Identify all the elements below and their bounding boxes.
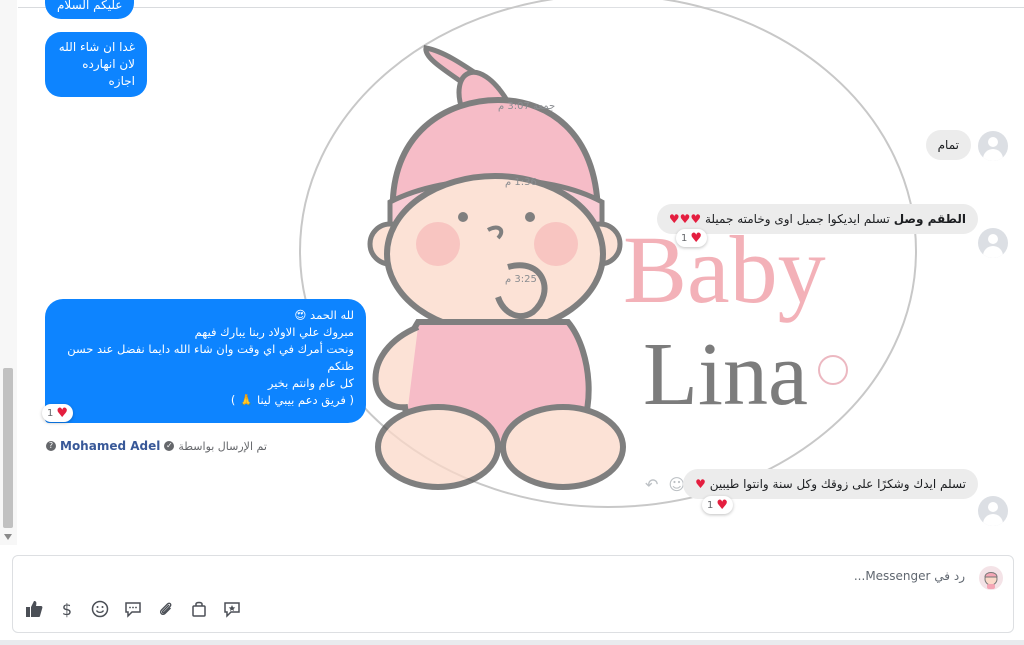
heart-emoji: ♥ bbox=[695, 477, 706, 491]
reaction-count: 1 bbox=[681, 232, 688, 244]
hearts-emoji: ♥♥♥ bbox=[668, 212, 702, 226]
scrollbar[interactable] bbox=[0, 0, 17, 545]
sent-by-info: ? Mohamed Adel ✓ تم الإرسال بواسطة bbox=[46, 439, 267, 453]
outgoing-message-partial[interactable]: عليكم السلام bbox=[45, 0, 135, 19]
timestamp: جمعة 3:07 م bbox=[498, 101, 556, 112]
message-line: ( فريق دعم بيبي لينا 🙏 ) bbox=[230, 393, 354, 407]
sender-name[interactable]: Mohamed Adel bbox=[60, 439, 160, 453]
scrollbar-thumb[interactable] bbox=[3, 368, 13, 528]
message-actions: ↶ ☺ bbox=[645, 475, 685, 494]
outgoing-message[interactable]: لله الحمد 😍 مبروك علي الاولاد ربنا يبارك… bbox=[45, 299, 366, 423]
bottom-border bbox=[0, 640, 1024, 645]
chat-bubble-icon[interactable] bbox=[122, 598, 144, 620]
reaction-count: 1 bbox=[47, 407, 54, 419]
message-line: مبروك علي الاولاد ربنا يبارك فيهم bbox=[194, 325, 354, 339]
avatar[interactable] bbox=[978, 496, 1008, 526]
message-text: عليكم السلام bbox=[57, 0, 123, 12]
header-divider bbox=[18, 0, 1024, 8]
baby-lina-logo-icon bbox=[984, 572, 998, 589]
message-text: تسلم ايديكوا جميل اوى وخامته جميلة bbox=[705, 212, 894, 226]
message-text: تمام bbox=[937, 138, 959, 152]
reaction-badge[interactable]: 1 ♥ bbox=[42, 404, 74, 422]
reaction-count: 1 bbox=[707, 499, 714, 511]
incoming-message[interactable]: تسلم ايدك وشكرًا على زوقك وكل سنة وانتوا… bbox=[683, 469, 978, 499]
sent-by-label: تم الإرسال بواسطة bbox=[178, 439, 267, 453]
reaction-badge[interactable]: 1 ♥ bbox=[676, 229, 708, 247]
heart-icon: ♥ bbox=[690, 230, 703, 246]
page-avatar bbox=[979, 566, 1003, 590]
scroll-down-arrow[interactable] bbox=[4, 534, 12, 540]
shopping-bag-icon[interactable] bbox=[188, 598, 210, 620]
reply-composer: رد في Messenger... $ bbox=[12, 555, 1014, 633]
avatar[interactable] bbox=[978, 228, 1008, 258]
timestamp: 3:25 م bbox=[505, 274, 537, 285]
attachment-icon[interactable] bbox=[155, 598, 177, 620]
message-text-bold: الطقم وصل bbox=[893, 212, 966, 226]
like-icon[interactable] bbox=[23, 598, 45, 620]
message-line: كل عام وانتم بخير bbox=[267, 376, 354, 390]
sticker-icon[interactable] bbox=[221, 598, 243, 620]
message-line: ونحت أمرك في اي وقت وان شاء الله دايما ن… bbox=[67, 342, 354, 373]
baby-lina-watermark: Baby Lina bbox=[299, 0, 917, 508]
emoji-icon[interactable] bbox=[89, 598, 111, 620]
outgoing-message[interactable]: غدا ان شاء الله لان انهارده اجازه bbox=[45, 32, 147, 97]
message-line: لله الحمد 😍 bbox=[294, 308, 354, 322]
reply-input[interactable]: رد في Messenger... bbox=[854, 569, 965, 583]
verified-icon: ✓ bbox=[164, 441, 175, 451]
help-icon[interactable]: ? bbox=[46, 441, 56, 451]
avatar[interactable] bbox=[978, 131, 1008, 161]
dollar-icon[interactable]: $ bbox=[56, 598, 78, 620]
watermark-lina-text: Lina bbox=[643, 325, 808, 424]
message-line: لان انهارده اجازه bbox=[82, 57, 135, 88]
message-text: تسلم ايدك وشكرًا على زوقك وكل سنة وانتوا… bbox=[709, 477, 966, 491]
reply-icon[interactable]: ↶ bbox=[645, 475, 658, 494]
heart-icon: ♥ bbox=[716, 497, 729, 513]
incoming-message[interactable]: تمام bbox=[925, 130, 971, 160]
heart-icon: ♥ bbox=[56, 405, 69, 421]
incoming-message[interactable]: الطقم وصل تسلم ايديكوا جميل اوى وخامته ج… bbox=[656, 204, 978, 234]
timestamp: 1:36 م bbox=[505, 177, 537, 188]
composer-toolbar: $ bbox=[23, 598, 243, 620]
reaction-badge[interactable]: 1 ♥ bbox=[702, 496, 734, 514]
message-line: غدا ان شاء الله bbox=[58, 40, 135, 54]
